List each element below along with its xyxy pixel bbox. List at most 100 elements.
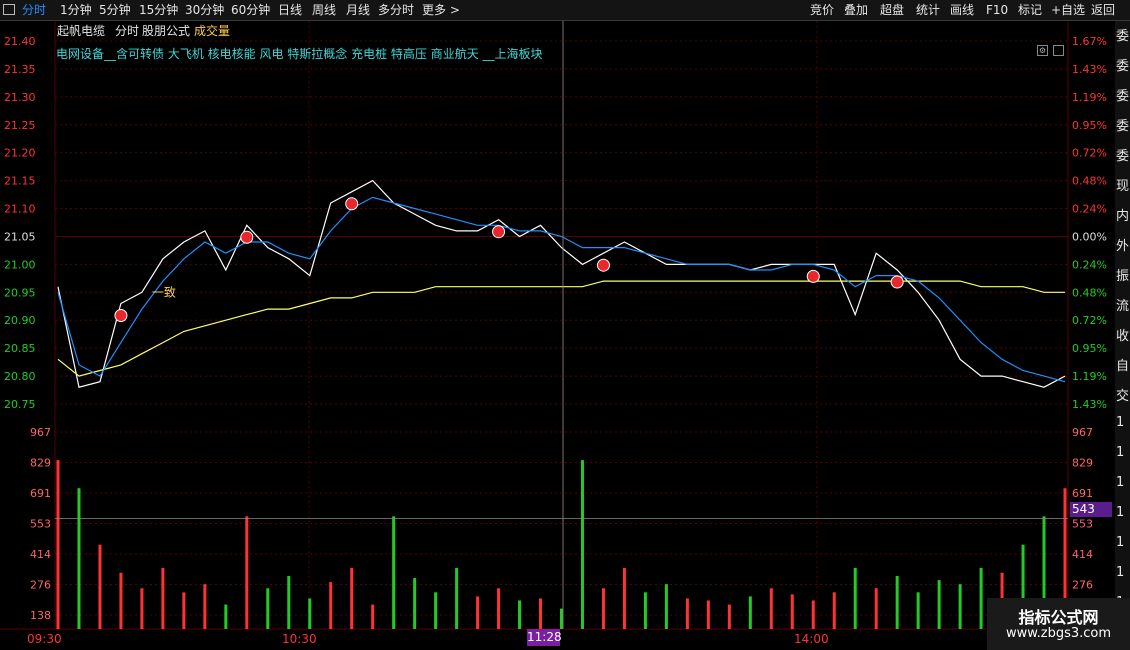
settings-icon[interactable]: ⚙ [1037, 45, 1048, 56]
period-tab-1min[interactable]: 1分钟 [60, 0, 92, 20]
view-label: 分时 [115, 24, 140, 38]
period-tab-15min[interactable]: 15分钟 [139, 0, 178, 20]
period-tab-intraday[interactable]: 分时 [22, 0, 46, 20]
menu-icon[interactable] [3, 4, 15, 15]
price-tick-label: 20.90 [4, 314, 36, 327]
signal-marker-icon [890, 275, 904, 289]
price-tick-label: 21.20 [4, 147, 36, 160]
volume-bar [748, 596, 752, 629]
intraday-chart[interactable]: 21.40 1.67%21.35 1.43%21.30 1.19%21.25 0.95%… [0, 21, 1115, 650]
right-strip-glyph: 流 [1116, 299, 1130, 314]
volume-bar [560, 608, 563, 629]
volume-bar [308, 598, 312, 629]
volume-bar [916, 592, 920, 629]
stock-name: 起帆电缆 [57, 24, 106, 38]
volume-bar [140, 588, 144, 629]
volume-tick-label: 553 [30, 518, 51, 531]
concept-tags: 电网设备__含可转债 大飞机 核电核能 风电 特斯拉概念 充电桩 特高压 商业航… [56, 47, 543, 61]
volume-bar [811, 600, 815, 629]
maximize-icon[interactable] [1053, 45, 1064, 56]
price-tick-label: 20.80 [4, 370, 36, 383]
signal-marker-icon [596, 258, 610, 272]
volume-tick-label: 276 [30, 579, 51, 592]
volume-bar [979, 567, 983, 629]
period-tab-60min[interactable]: 60分钟 [231, 0, 270, 20]
period-tab-monthly[interactable]: 月线 [346, 0, 370, 20]
percent-tick-label: 0.72% [1072, 314, 1107, 327]
percent-tick-label: 0.24% [1072, 258, 1107, 271]
right-strip-glyph: 外 [1116, 239, 1130, 254]
right-strip-glyph: 1 [1116, 475, 1125, 490]
volume-bar [413, 578, 417, 629]
period-tab-30min[interactable]: 30分钟 [185, 0, 224, 20]
formula-label[interactable]: 股朋公式 [142, 22, 190, 39]
action-back-button[interactable]: 返回 [1091, 0, 1115, 20]
percent-tick-label: 0.95% [1072, 342, 1107, 355]
time-cursor-badge: 11:28 [527, 629, 562, 646]
volume-bar [685, 598, 689, 629]
volume-bar [895, 576, 899, 629]
percent-tick-label: 1.43% [1072, 398, 1107, 411]
right-strip-glyph: 现 [1116, 179, 1130, 194]
volume-bar [518, 600, 522, 629]
percent-tick-label: 0.72% [1072, 147, 1107, 160]
right-info-strip: 委委委委委现内外振流收自交1111111 [1115, 21, 1130, 650]
volume-bar [727, 604, 731, 629]
volume-bar [350, 567, 354, 629]
volume-bar [664, 584, 668, 629]
time-tick-label: 10:30 [282, 632, 317, 646]
right-strip-glyph: 委 [1116, 89, 1130, 104]
price-tick-label: 21.10 [4, 203, 36, 216]
price-tick-label: 21.25 [4, 119, 36, 132]
action-f10-button[interactable]: F10 [986, 0, 1008, 20]
volume-bar [601, 588, 605, 629]
volume-tick-label-right: 691 [1072, 487, 1093, 500]
right-strip-glyph: 振 [1116, 269, 1130, 284]
volume-bar [769, 588, 773, 629]
action-mark-button[interactable]: 标记 [1018, 0, 1042, 20]
volume-bar [287, 576, 291, 629]
action-overlay-button[interactable]: 叠加 [844, 0, 868, 20]
volume-tick-label-right: 829 [1072, 457, 1093, 470]
period-tab-5min[interactable]: 5分钟 [99, 0, 131, 20]
volume-label: 成交量 [194, 24, 231, 38]
action-add-favorite-button[interactable]: +自选 [1051, 0, 1085, 20]
price-tick-label: 20.85 [4, 342, 36, 355]
chart-header: 起帆电缆 分时 股朋公式 成交量 ⚙ [0, 21, 1070, 56]
volume-bar [832, 592, 836, 629]
signal-label: 一致 [152, 285, 176, 299]
right-strip-glyph: 委 [1116, 149, 1130, 164]
signal-marker-icon [806, 269, 820, 283]
volume-tick-label-right: 967 [1072, 426, 1093, 439]
right-strip-glyph: 收 [1116, 329, 1130, 344]
volume-tick-label-right: 276 [1072, 579, 1093, 592]
volume-bar [539, 598, 543, 629]
series-line-price [57, 179, 1066, 388]
volume-bar [476, 596, 480, 629]
period-tab-multi-intraday[interactable]: 多分时 [378, 0, 414, 20]
action-auction-button[interactable]: 竞价 [810, 0, 834, 20]
volume-bar [224, 604, 228, 629]
percent-tick-label: 1.19% [1072, 91, 1107, 104]
price-tick-label: 21.30 [4, 91, 36, 104]
right-strip-glyph: 自 [1116, 359, 1130, 374]
price-tick-label: 21.00 [4, 258, 36, 271]
volume-bar [77, 488, 81, 629]
action-draw-button[interactable]: 画线 [950, 0, 974, 20]
period-tab-more[interactable]: 更多 > [422, 0, 460, 20]
price-tick-label: 21.35 [4, 63, 36, 76]
volume-bar [266, 588, 270, 629]
period-tab-daily[interactable]: 日线 [278, 0, 302, 20]
price-tick-label: 20.95 [4, 286, 36, 299]
right-strip-glyph: 委 [1116, 59, 1130, 74]
percent-tick-label: 1.43% [1072, 63, 1107, 76]
action-stats-button[interactable]: 统计 [916, 0, 940, 20]
price-tick-label: 21.15 [4, 175, 36, 188]
right-strip-glyph: 1 [1116, 415, 1125, 430]
action-super-button[interactable]: 超盘 [880, 0, 904, 20]
volume-bar [56, 460, 60, 629]
volume-bar [329, 582, 333, 629]
volume-bar [958, 584, 962, 629]
volume-bar [706, 600, 710, 629]
period-tab-weekly[interactable]: 周线 [312, 0, 336, 20]
